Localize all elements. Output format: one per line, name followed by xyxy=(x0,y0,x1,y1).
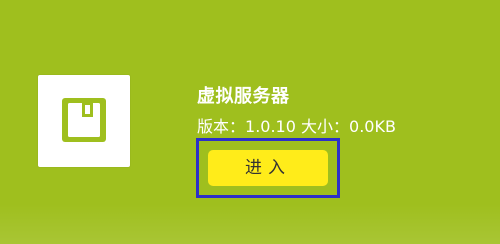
enter-button[interactable]: 进入 xyxy=(208,150,328,186)
size-label: 大小： xyxy=(301,117,350,136)
app-card: 虚拟服务器 版本：1.0.10 大小：0.0KB 进入 xyxy=(0,0,500,244)
app-name: 虚拟服务器 xyxy=(197,86,290,107)
app-meta: 版本：1.0.10 大小：0.0KB xyxy=(197,113,396,137)
app-icon-tile xyxy=(38,75,130,167)
version-label: 版本： xyxy=(197,117,246,136)
version-value: 1.0.10 xyxy=(245,117,296,136)
size-value: 0.0KB xyxy=(349,117,396,136)
save-disk-icon xyxy=(62,98,106,142)
